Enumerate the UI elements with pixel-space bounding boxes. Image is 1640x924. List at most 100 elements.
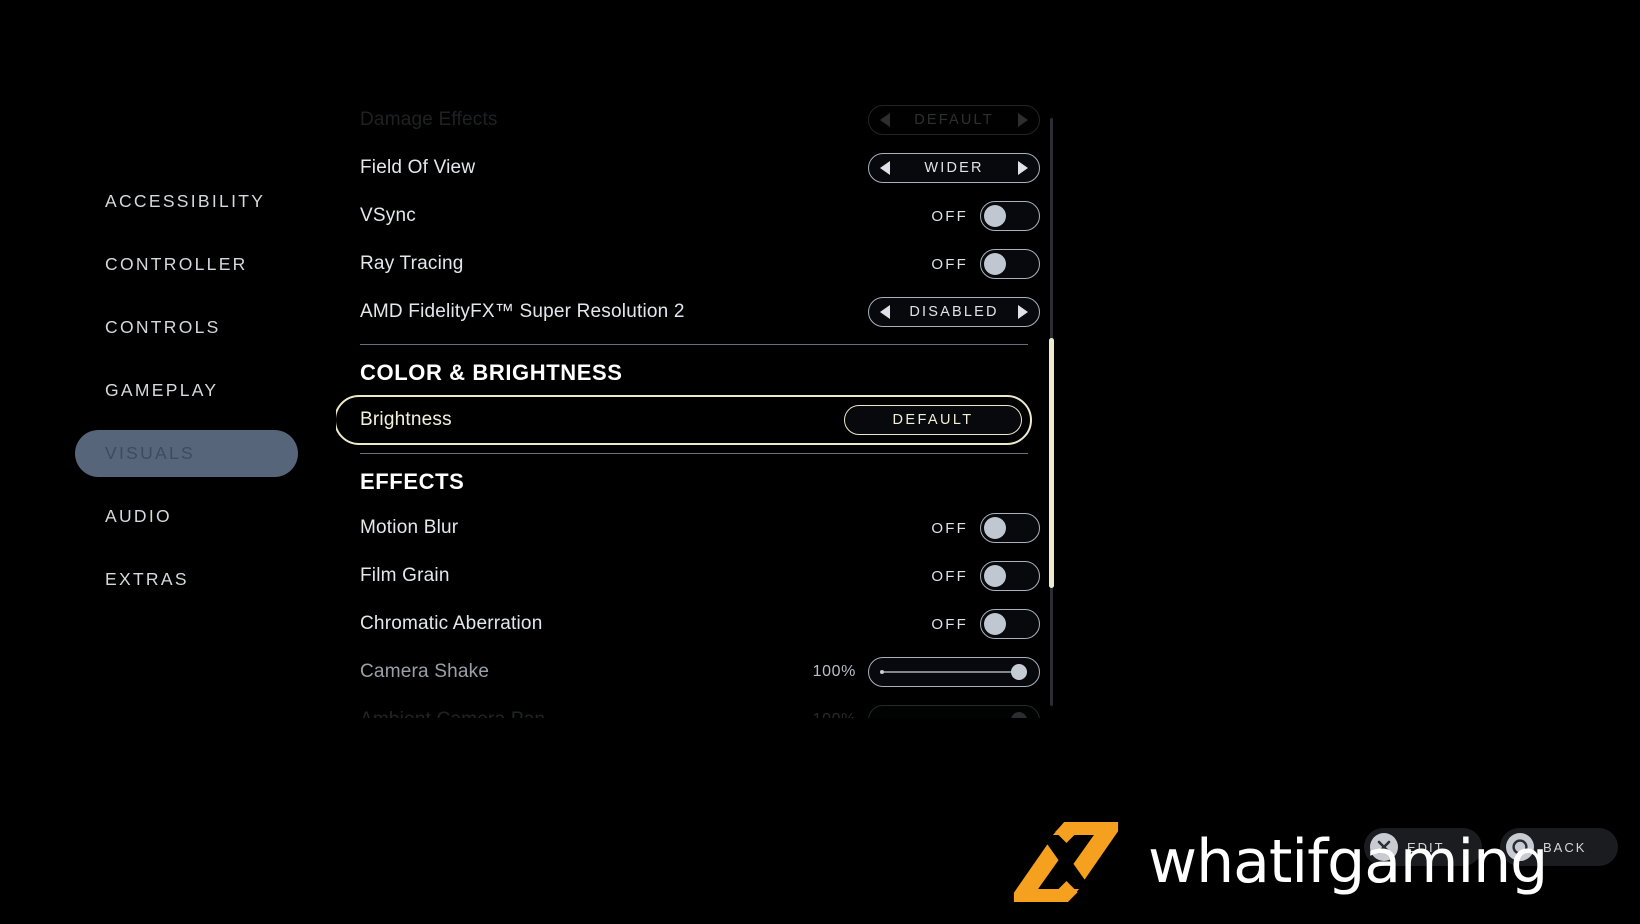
footer-button-label: EDIT (1407, 839, 1445, 855)
slider-handle[interactable] (1011, 664, 1027, 680)
section-divider (360, 453, 1028, 454)
setting-label: Chromatic Aberration (360, 613, 543, 634)
setting-control[interactable]: OFF (931, 513, 1040, 543)
setting-control[interactable]: OFF (931, 249, 1040, 279)
setting-control[interactable]: OFF (931, 561, 1040, 591)
button-brightness-default[interactable]: DEFAULT (844, 405, 1022, 435)
stepper-damage-effects[interactable]: DEFAULT (868, 105, 1040, 135)
setting-control[interactable]: OFF (931, 609, 1040, 639)
toggle-chromatic-aberration[interactable] (980, 609, 1040, 639)
setting-label: Brightness (360, 409, 452, 430)
setting-label: Field Of View (360, 157, 476, 178)
setting-row-camera-shake[interactable]: Camera Shake 100% (336, 648, 1048, 696)
section-heading-color-brightness: COLOR & BRIGHTNESS (360, 360, 623, 385)
circle-button-icon (1506, 833, 1534, 861)
stepper-value: WIDER (924, 160, 984, 176)
setting-control[interactable]: OFF (931, 201, 1040, 231)
chevron-right-icon[interactable] (1018, 113, 1028, 127)
setting-row-ambient-camera-pan[interactable]: Ambient Camera Pan 100% (336, 696, 1048, 718)
chevron-left-icon[interactable] (880, 305, 890, 319)
settings-sidebar: ACCESSIBILITY CONTROLLER CONTROLS GAMEPL… (0, 178, 330, 619)
footer-button-label: BACK (1543, 839, 1587, 855)
slider-value-label: 100% (806, 711, 856, 718)
slider-camera-shake[interactable] (868, 657, 1040, 687)
setting-label: AMD FidelityFX™ Super Resolution 2 (360, 301, 685, 322)
sidebar-item-visuals[interactable]: VISUALS (75, 430, 298, 477)
setting-row-brightness[interactable]: Brightness DEFAULT (336, 395, 1032, 445)
toggle-state-label: OFF (931, 207, 968, 225)
sidebar-item-label: EXTRAS (105, 569, 189, 589)
toggle-knob (984, 613, 1006, 635)
toggle-knob (984, 517, 1006, 539)
toggle-motion-blur[interactable] (980, 513, 1040, 543)
sidebar-item-controls[interactable]: CONTROLS (75, 304, 298, 351)
setting-label: Motion Blur (360, 517, 459, 538)
setting-label: Film Grain (360, 565, 450, 586)
toggle-state-label: OFF (931, 567, 968, 585)
sidebar-item-accessibility[interactable]: ACCESSIBILITY (75, 178, 298, 225)
sidebar-item-label: AUDIO (105, 506, 172, 526)
setting-row-vsync[interactable]: VSync OFF (336, 192, 1048, 240)
stepper-field-of-view[interactable]: WIDER (868, 153, 1040, 183)
sidebar-item-label: CONTROLLER (105, 254, 248, 274)
stepper-fsr[interactable]: DISABLED (868, 297, 1040, 327)
setting-control[interactable]: DEFAULT (868, 105, 1040, 135)
setting-control[interactable]: DEFAULT (844, 405, 1022, 435)
section-heading-effects: EFFECTS (360, 469, 465, 494)
setting-label: Ambient Camera Pan (360, 709, 545, 718)
chevron-right-icon[interactable] (1018, 305, 1028, 319)
sidebar-item-gameplay[interactable]: GAMEPLAY (75, 367, 298, 414)
sidebar-item-label: VISUALS (105, 443, 196, 463)
section-divider (360, 344, 1028, 345)
sidebar-item-label: GAMEPLAY (105, 380, 219, 400)
setting-label: Ray Tracing (360, 253, 464, 274)
toggle-state-label: OFF (931, 255, 968, 273)
toggle-knob (984, 253, 1006, 275)
whatifgaming-logo-icon (1013, 822, 1119, 902)
slider-track (881, 671, 1027, 673)
toggle-film-grain[interactable] (980, 561, 1040, 591)
setting-row-chromatic-aberration[interactable]: Chromatic Aberration OFF (336, 600, 1048, 648)
setting-control[interactable]: 100% (806, 705, 1040, 718)
chevron-right-icon[interactable] (1018, 161, 1028, 175)
setting-control[interactable]: DISABLED (868, 297, 1040, 327)
setting-control[interactable]: WIDER (868, 153, 1040, 183)
toggle-vsync[interactable] (980, 201, 1040, 231)
chevron-left-icon[interactable] (880, 113, 890, 127)
button-label: DEFAULT (892, 412, 974, 428)
toggle-state-label: OFF (931, 519, 968, 537)
setting-row-motion-blur[interactable]: Motion Blur OFF (336, 504, 1048, 552)
toggle-ray-tracing[interactable] (980, 249, 1040, 279)
toggle-knob (984, 205, 1006, 227)
toggle-knob (984, 565, 1006, 587)
setting-label: VSync (360, 205, 416, 226)
setting-row-ray-tracing[interactable]: Ray Tracing OFF (336, 240, 1048, 288)
footer-button-bar: EDIT BACK (1364, 828, 1618, 866)
sidebar-item-controller[interactable]: CONTROLLER (75, 241, 298, 288)
slider-handle[interactable] (1011, 712, 1027, 718)
stepper-value: DEFAULT (914, 112, 994, 128)
slider-min-dot (880, 670, 884, 674)
slider-value-label: 100% (812, 663, 856, 680)
game-settings-screen: ACCESSIBILITY CONTROLLER CONTROLS GAMEPL… (0, 0, 1640, 924)
toggle-state-label: OFF (931, 615, 968, 633)
setting-row-damage-effects[interactable]: Damage Effects DEFAULT (336, 96, 1048, 144)
footer-button-back[interactable]: BACK (1500, 828, 1618, 866)
settings-list-panel: Damage Effects DEFAULT Field Of View WID… (336, 96, 1048, 718)
sidebar-item-audio[interactable]: AUDIO (75, 493, 298, 540)
x-button-icon (1370, 833, 1398, 861)
sidebar-item-label: ACCESSIBILITY (105, 191, 266, 211)
slider-ambient-camera-pan[interactable] (868, 705, 1040, 718)
setting-row-field-of-view[interactable]: Field Of View WIDER (336, 144, 1048, 192)
setting-control[interactable]: 100% (806, 657, 1040, 687)
chevron-left-icon[interactable] (880, 161, 890, 175)
sidebar-item-label: CONTROLS (105, 317, 221, 337)
footer-button-edit[interactable]: EDIT (1364, 828, 1482, 866)
setting-label: Camera Shake (360, 661, 490, 682)
sidebar-item-extras[interactable]: EXTRAS (75, 556, 298, 603)
setting-row-fsr[interactable]: AMD FidelityFX™ Super Resolution 2 DISAB… (336, 288, 1048, 336)
setting-label: Damage Effects (360, 109, 498, 130)
scrollbar-thumb[interactable] (1049, 338, 1054, 588)
setting-row-film-grain[interactable]: Film Grain OFF (336, 552, 1048, 600)
stepper-value: DISABLED (909, 304, 999, 320)
